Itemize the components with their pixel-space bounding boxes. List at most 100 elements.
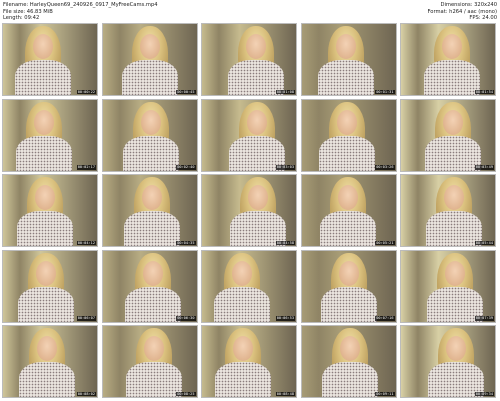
thumbnail-figure-face (140, 109, 161, 135)
video-thumbnail[interactable]: 00:03:03 (201, 98, 297, 172)
thumbnail-timestamp: 00:00:45 (176, 89, 196, 94)
video-thumbnail[interactable]: 00:09:34 (400, 325, 496, 398)
thumbnail-figure-shirt (18, 286, 74, 322)
video-thumbnail[interactable]: 00:06:53 (201, 249, 297, 323)
thumbnail-figure-shirt (214, 286, 270, 322)
thumbnail-figure-shirt (321, 362, 378, 397)
thumbnail-figure-shirt (319, 211, 376, 246)
video-thumbnail[interactable]: 00:00:22 (2, 23, 98, 96)
thumbnail-timestamp: 00:08:25 (176, 391, 196, 396)
thumbnail-figure-shirt (15, 60, 71, 95)
thumbnail-timestamp: 00:01:31 (375, 89, 395, 94)
thumbnail-figure-face (248, 185, 268, 210)
video-thumbnail[interactable]: 00:09:11 (300, 325, 397, 398)
thumbnail-timestamp: 00:01:08 (275, 89, 295, 94)
thumbnail-figure-face (442, 34, 462, 59)
thumbnail-figure-shirt (215, 362, 271, 397)
thumbnail-figure-shirt (19, 362, 75, 397)
thumbnail-figure-shirt (122, 135, 179, 171)
video-thumbnail[interactable]: 00:06:07 (2, 249, 98, 323)
thumbnail-figure-face (142, 260, 163, 286)
thumbnail-figure-face (446, 336, 466, 361)
thumbnail-figure-face (139, 34, 160, 59)
thumbnail-timestamp: 00:05:21 (375, 240, 395, 245)
thumbnail-figure-face (337, 185, 358, 210)
thumbnail-figure-face (141, 185, 162, 210)
thumbnail-timestamp: 00:03:49 (474, 165, 494, 170)
video-thumbnail[interactable]: 00:07:16 (300, 249, 397, 323)
video-thumbnail[interactable]: 00:08:02 (2, 325, 98, 398)
thumbnail-figure-shirt (317, 60, 374, 95)
thumbnail-figure-shirt (125, 362, 182, 397)
video-thumbnail[interactable]: 00:04:58 (201, 174, 297, 247)
thumbnail-figure-shirt (426, 211, 482, 246)
thumbnail-figure-face (36, 260, 56, 286)
thumbnail-figure-shirt (424, 60, 480, 95)
thumbnail-figure-shirt (123, 211, 180, 246)
thumbnail-figure-face (338, 260, 359, 286)
file-info-header: Filename: HarleyQueen69_240926_0917_MyFr… (0, 0, 500, 22)
thumbnail-timestamp: 00:09:11 (375, 391, 395, 396)
thumbnail-figure-shirt (16, 135, 72, 171)
thumbnail-timestamp: 00:03:03 (275, 165, 295, 170)
thumbnail-timestamp: 00:06:07 (76, 316, 96, 321)
video-thumbnail[interactable]: 00:04:35 (101, 174, 198, 247)
video-thumbnail[interactable]: 00:01:08 (201, 23, 297, 96)
thumbnail-figure-face (34, 109, 54, 135)
thumbnail-figure-face (233, 336, 253, 361)
thumbnail-figure-shirt (124, 286, 181, 322)
thumbnail-timestamp: 00:02:17 (76, 165, 96, 170)
thumbnail-timestamp: 00:02:40 (176, 165, 196, 170)
length-text: Length: 09:42 (3, 15, 40, 21)
thumbnail-figure-face (444, 185, 464, 210)
thumbnail-timestamp: 00:01:54 (474, 89, 494, 94)
thumbnail-timestamp: 00:09:34 (474, 391, 494, 396)
video-thumbnail[interactable]: 00:00:45 (101, 23, 198, 96)
fps-text: FPS: 24.00 (469, 15, 497, 21)
thumbnail-figure-shirt (425, 135, 481, 171)
video-thumbnail[interactable]: 00:05:21 (300, 174, 397, 247)
file-info-left: Filename: HarleyQueen69_240926_0917_MyFr… (3, 2, 158, 22)
thumbnail-timestamp: 00:05:44 (474, 240, 494, 245)
thumbnail-timestamp: 00:07:16 (375, 316, 395, 321)
video-thumbnail[interactable]: 00:01:54 (400, 23, 496, 96)
thumbnail-figure-shirt (318, 135, 375, 171)
video-thumbnail[interactable]: 00:02:17 (2, 98, 98, 172)
video-thumbnail[interactable]: 00:02:40 (101, 98, 198, 172)
thumbnail-figure-shirt (121, 60, 178, 95)
thumbnail-figure-shirt (320, 286, 377, 322)
thumbnail-figure-face (33, 34, 53, 59)
thumbnail-figure-face (443, 109, 463, 135)
thumbnail-grid: 00:00:22 00:00:45 00:01:08 00:01:31 00:01:54… (2, 23, 496, 398)
file-info-right: Dimensions: 320x240 Format: h264 / aac (… (427, 2, 497, 22)
thumbnail-figure-face (37, 336, 57, 361)
video-thumbnail[interactable]: 00:04:12 (2, 174, 98, 247)
thumbnail-figure-face (336, 109, 357, 135)
thumbnail-timestamp: 00:08:48 (275, 391, 295, 396)
thumbnail-timestamp: 00:06:53 (275, 316, 295, 321)
video-thumbnail[interactable]: 00:06:30 (101, 249, 198, 323)
thumbnail-figure-shirt (17, 211, 73, 246)
video-thumbnail[interactable]: 00:07:39 (400, 249, 496, 323)
thumbnail-timestamp: 00:06:30 (176, 316, 196, 321)
thumbnail-timestamp: 00:07:39 (474, 316, 494, 321)
video-thumbnail[interactable]: 00:03:49 (400, 98, 496, 172)
thumbnail-figure-face (247, 109, 267, 135)
thumbnail-timestamp: 00:04:35 (176, 240, 196, 245)
thumbnail-timestamp: 00:04:12 (76, 240, 96, 245)
thumbnail-figure-face (335, 34, 356, 59)
video-thumbnail[interactable]: 00:01:31 (300, 23, 397, 96)
thumbnail-figure-face (35, 185, 55, 210)
thumbnail-timestamp: 00:08:02 (76, 391, 96, 396)
thumbnail-figure-face (445, 260, 465, 286)
video-thumbnail[interactable]: 00:03:26 (300, 98, 397, 172)
video-thumbnail[interactable]: 00:08:48 (201, 325, 297, 398)
video-thumbnail[interactable]: 00:05:44 (400, 174, 496, 247)
filename-text: Filename: HarleyQueen69_240926_0917_MyFr… (3, 2, 158, 8)
thumbnail-figure-face (246, 34, 266, 59)
thumbnail-timestamp: 00:04:58 (275, 240, 295, 245)
thumbnail-timestamp: 00:03:26 (375, 165, 395, 170)
thumbnail-figure-face (143, 336, 164, 361)
thumbnail-figure-face (232, 260, 252, 286)
video-thumbnail[interactable]: 00:08:25 (101, 325, 198, 398)
